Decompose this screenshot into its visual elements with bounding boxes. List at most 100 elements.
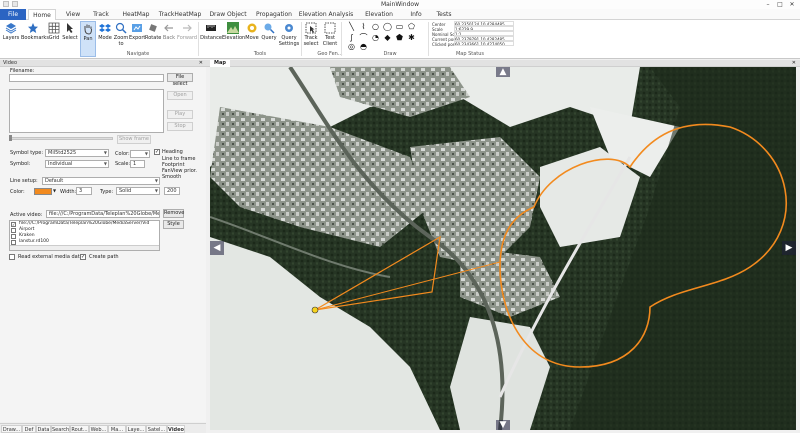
tab-def[interactable]: Def: [22, 425, 36, 433]
rotate-button[interactable]: Rotate: [145, 21, 161, 51]
tab-satellite[interactable]: Satel...: [146, 425, 167, 433]
pan-down-icon[interactable]: ▼: [496, 420, 510, 430]
distance-button[interactable]: Distance: [200, 21, 222, 51]
tab-file[interactable]: File: [0, 9, 26, 20]
list-item[interactable]: lanstur.rd100: [19, 239, 49, 244]
symbol-select[interactable]: Individual ▼: [45, 160, 109, 168]
move-button[interactable]: Move: [244, 21, 260, 51]
export-button[interactable]: Export: [129, 21, 145, 51]
query-settings-button[interactable]: Query Settings: [278, 21, 300, 51]
window-controls: – □ ✕: [762, 0, 798, 9]
scale-input[interactable]: 1: [130, 160, 145, 168]
read-external-checkbox[interactable]: [9, 254, 15, 260]
ring-icon[interactable]: ◎: [346, 42, 357, 51]
sector-icon[interactable]: ◔: [370, 33, 381, 42]
video-item-checkbox[interactable]: [11, 228, 16, 233]
video-seek-slider[interactable]: [9, 137, 113, 140]
half-circle-icon[interactable]: ◓: [358, 42, 369, 51]
heading-checkbox[interactable]: ✓: [154, 149, 160, 155]
list-item[interactable]: Airport: [19, 227, 34, 232]
point-icon[interactable]: ◆: [382, 33, 393, 42]
width-input[interactable]: 3: [76, 187, 92, 195]
open-button[interactable]: Open: [167, 91, 193, 100]
line-type-select[interactable]: Solid ▼: [116, 187, 160, 195]
tab-elevation-analysis[interactable]: Elevation Analysis: [298, 9, 354, 20]
tab-web[interactable]: Web...: [89, 425, 108, 433]
line-to-frame: [314, 261, 501, 311]
pan-left-icon[interactable]: ◀: [210, 241, 224, 255]
tab-layers[interactable]: Laye...: [126, 425, 146, 433]
arrow-left-icon: [164, 24, 173, 32]
tab-heatmap[interactable]: HeatMap: [118, 9, 154, 20]
chevron-down-icon[interactable]: ▼: [53, 188, 56, 193]
tab-search[interactable]: Search: [51, 425, 70, 433]
tab-route[interactable]: Rout...: [70, 425, 89, 433]
filename-input[interactable]: [9, 74, 164, 82]
map-view[interactable]: ◀ ▶ ▲ ▼: [210, 67, 796, 430]
video-item-checkbox[interactable]: [11, 234, 16, 239]
track-select-button[interactable]: Track select: [302, 21, 320, 51]
tab-track[interactable]: Track: [88, 9, 114, 20]
select-button[interactable]: Select: [62, 21, 78, 51]
show-frame-button[interactable]: Show frame: [117, 135, 151, 144]
tab-elevation-data[interactable]: Elevation Data: [358, 9, 400, 29]
freehand-icon[interactable]: ∫: [346, 33, 357, 42]
polyline-icon[interactable]: ⌇: [358, 22, 369, 31]
list-item[interactable]: file:///C:/ProgramData/Teleplan%20Globe/…: [19, 221, 149, 226]
pan-button[interactable]: Pan: [80, 21, 96, 57]
active-video-input[interactable]: file:///C:/ProgramData/Teleplan%20Globe/…: [46, 210, 160, 218]
file-select-button[interactable]: File select: [167, 73, 193, 87]
ellipse-icon[interactable]: ◯: [382, 22, 393, 31]
close-icon[interactable]: ✕: [786, 0, 798, 9]
circle-icon[interactable]: ○: [370, 22, 381, 31]
text-icon[interactable]: ⬟: [394, 33, 405, 42]
test-client-button[interactable]: Test Client: [320, 21, 340, 51]
grid-button[interactable]: Grid: [46, 21, 62, 51]
symbol-color-select[interactable]: ▼: [130, 150, 150, 158]
tab-data[interactable]: Data: [36, 425, 51, 433]
back-button[interactable]: Back: [161, 21, 177, 51]
mode-button[interactable]: Mode: [97, 21, 113, 51]
video-position-marker[interactable]: [311, 306, 319, 314]
arc-icon[interactable]: ⌒: [358, 33, 369, 42]
video-item-checkbox[interactable]: ✓: [11, 222, 16, 227]
tab-view[interactable]: View: [60, 9, 86, 20]
close-icon[interactable]: ✕: [792, 60, 796, 67]
maximize-icon[interactable]: □: [774, 0, 786, 9]
tab-map[interactable]: Ma...: [108, 425, 126, 433]
stop-button[interactable]: Stop: [167, 122, 193, 131]
tab-draw-object[interactable]: Draw Object: [206, 9, 250, 20]
create-path-checkbox[interactable]: ✓: [80, 254, 86, 260]
polygon-icon[interactable]: ⬠: [406, 22, 417, 31]
tab-tests[interactable]: Tests: [432, 9, 456, 20]
seek-handle[interactable]: [9, 135, 12, 141]
tab-video[interactable]: Video: [167, 425, 185, 433]
bookmarks-button[interactable]: Bookmarks: [21, 21, 49, 51]
line-setup-select[interactable]: Default ▼: [42, 177, 160, 185]
layers-button[interactable]: Layers: [2, 21, 20, 51]
remove-button[interactable]: Remove: [163, 209, 184, 218]
symbol-type-select[interactable]: Mil5td2525 ▼: [45, 149, 109, 157]
elevation-button[interactable]: Elevation: [222, 21, 245, 51]
style-button[interactable]: Style: [163, 220, 184, 229]
line-color-swatch[interactable]: [34, 188, 52, 195]
list-item[interactable]: Kraken: [19, 233, 35, 238]
zoom-to-button[interactable]: Zoom to: [113, 21, 129, 51]
query-button[interactable]: Query: [260, 21, 278, 51]
tab-draw[interactable]: Draw...: [1, 425, 22, 433]
star-shape-icon[interactable]: ✱: [406, 33, 417, 42]
pan-up-icon[interactable]: ▲: [496, 67, 510, 77]
pan-right-icon[interactable]: ▶: [782, 241, 796, 255]
length-input[interactable]: 200: [164, 187, 180, 195]
line-icon[interactable]: ╲: [346, 22, 357, 31]
minimize-icon[interactable]: –: [762, 0, 774, 9]
forward-button[interactable]: Forward: [177, 21, 197, 51]
tab-propagation[interactable]: Propagation: [254, 9, 294, 20]
play-button[interactable]: Play: [167, 110, 193, 119]
horizontal-scrollbar[interactable]: [10, 245, 159, 250]
map-tab[interactable]: Map: [210, 60, 230, 67]
tab-info[interactable]: Info: [406, 9, 426, 20]
tab-trackheatmap[interactable]: TrackHeatMap: [158, 9, 202, 20]
close-icon[interactable]: ✕: [199, 60, 203, 67]
rectangle-icon[interactable]: ▭: [394, 22, 405, 31]
